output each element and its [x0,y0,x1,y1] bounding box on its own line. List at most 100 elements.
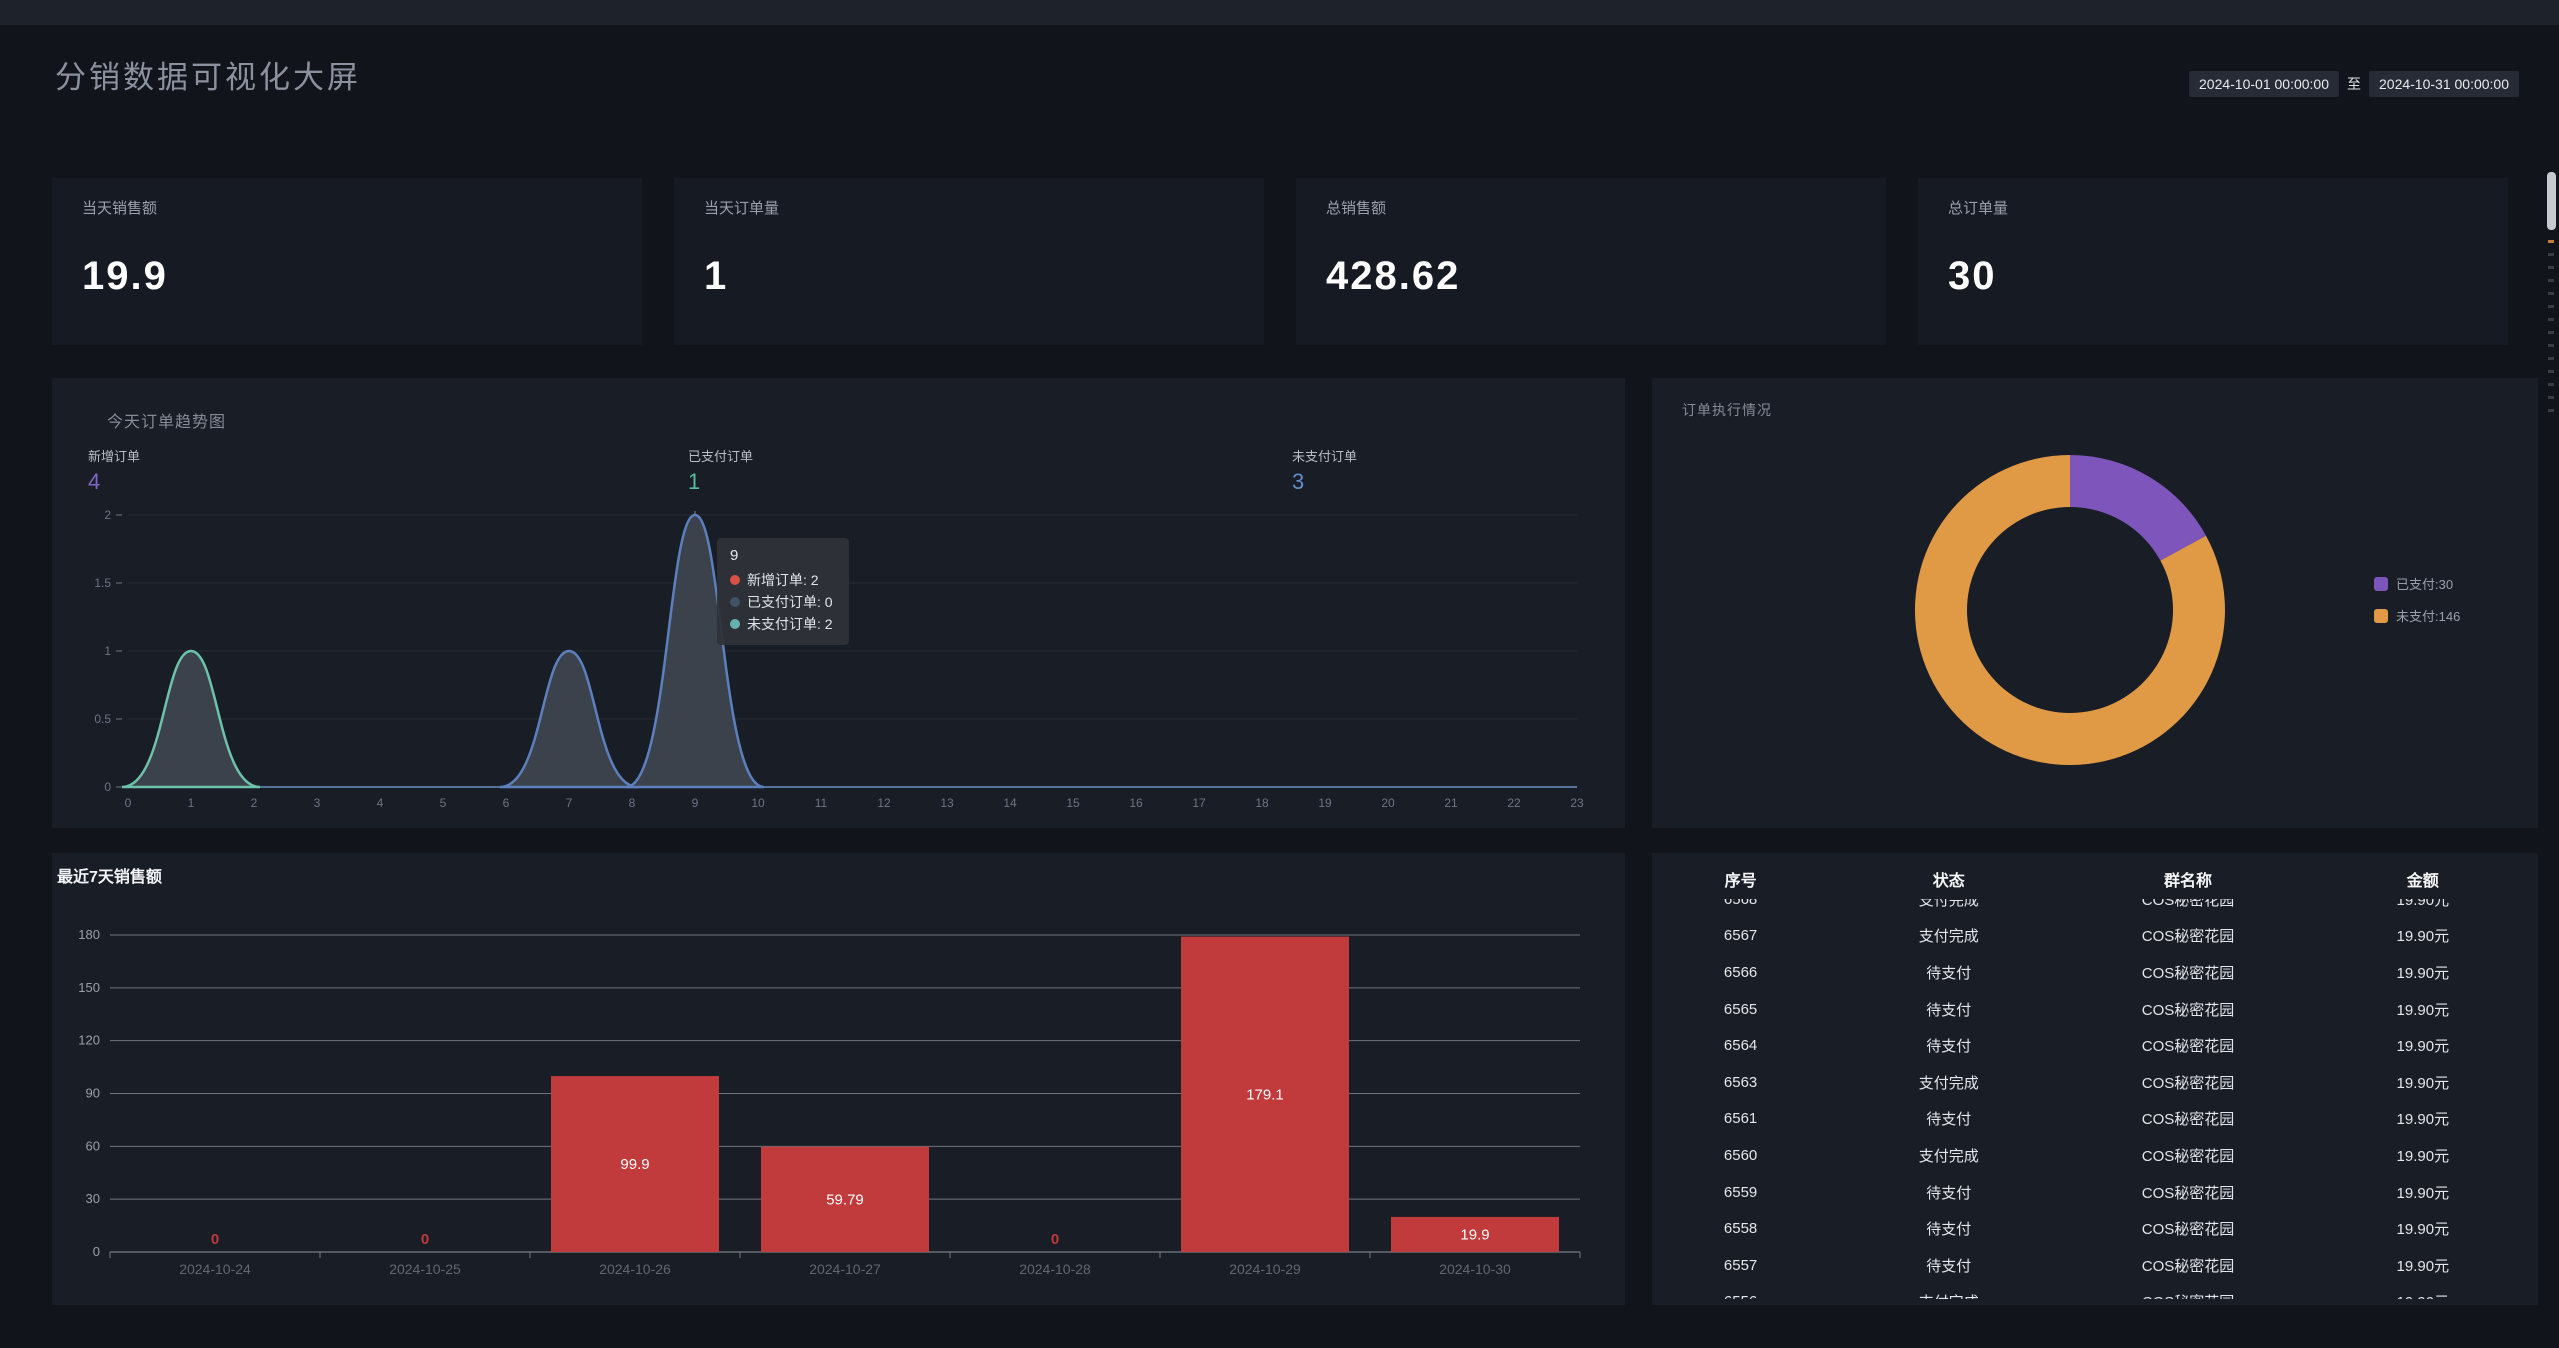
table-cell: COS秘密花园 [2068,1108,2307,1129]
orders-table-header-cell: 状态 [1829,867,2068,891]
scrollbar-marker-orange [2548,240,2554,243]
table-row: 6561待支付COS秘密花园19.90元 [1652,1101,2538,1138]
svg-text:3: 3 [314,796,321,810]
today-order-trend-panel: 今天订单趋势图 新增订单4已支付订单1未支付订单3 00.511.5201234… [52,378,1625,828]
stat-label: 总订单量 [1948,197,2008,218]
tooltip-row-label: 未支付订单: 2 [747,613,833,635]
legend-item-已支付[interactable]: 已支付:30 [2374,574,2460,593]
series-dot-icon [730,597,740,607]
stat-card-today-sales: 当天销售额 19.9 [52,178,642,345]
table-cell: COS秘密花园 [2068,1035,2307,1056]
stat-value: 19.9 [82,254,168,299]
svg-text:15: 15 [1066,796,1080,810]
svg-text:0: 0 [104,780,111,794]
legend-label: 未支付:146 [2396,606,2460,625]
svg-text:10: 10 [751,796,765,810]
table-cell: 6556 [1652,1293,1829,1299]
table-cell: 待支付 [1829,1182,2068,1203]
table-cell: 19.90元 [2308,925,2538,946]
date-start-input[interactable]: 2024-10-01 00:00:00 [2189,71,2339,97]
svg-text:0: 0 [125,796,132,810]
svg-text:16: 16 [1129,796,1143,810]
chart-tooltip: 9 新增订单: 2已支付订单: 0未支付订单: 2 [717,538,849,645]
table-row: 6558待支付COS秘密花园19.90元 [1652,1210,2538,1247]
date-end-input[interactable]: 2024-10-31 00:00:00 [2369,71,2519,97]
tooltip-row-label: 已支付订单: 0 [747,591,833,613]
table-row: 6557待支付COS秘密花园19.90元 [1652,1247,2538,1284]
scrollbar-marker [2548,331,2554,334]
orders-table-header-cell: 序号 [1652,867,1829,891]
svg-text:19: 19 [1318,796,1332,810]
stat-card-today-orders: 当天订单量 1 [674,178,1264,345]
svg-text:179.1: 179.1 [1246,1086,1284,1103]
svg-text:1.5: 1.5 [94,576,111,590]
legend-swatch-icon [2374,609,2388,623]
table-cell: 待支付 [1829,1255,2068,1276]
svg-text:21: 21 [1444,796,1458,810]
stat-value: 1 [704,254,728,299]
scrollbar-marker [2548,318,2554,321]
table-cell: 6566 [1652,964,1829,981]
svg-text:0: 0 [211,1231,219,1248]
scrollbar-marker [2548,266,2554,269]
table-cell: 6558 [1652,1220,1829,1237]
table-cell: 6557 [1652,1257,1829,1274]
svg-text:14: 14 [1003,796,1017,810]
table-cell: 支付完成 [1829,899,2068,910]
table-cell: COS秘密花园 [2068,899,2307,910]
svg-text:11: 11 [815,796,828,810]
svg-text:0: 0 [93,1244,100,1259]
svg-text:180: 180 [78,927,100,942]
svg-text:2024-10-30: 2024-10-30 [1439,1261,1511,1277]
table-row: 6559待支付COS秘密花园19.90元 [1652,1174,2538,1211]
table-cell: 支付完成 [1829,1072,2068,1093]
svg-text:1: 1 [104,644,111,658]
tooltip-row: 未支付订单: 2 [730,613,836,635]
table-row: 6567支付完成COS秘密花园19.90元 [1652,918,2538,955]
table-cell: COS秘密花园 [2068,1145,2307,1166]
page-scrollbar[interactable] [2544,25,2559,1348]
orders-table: 序号状态群名称金额 6568支付完成COS秘密花园19.90元6567支付完成C… [1652,853,2538,1305]
table-cell: 6561 [1652,1110,1829,1127]
sales-bar-chart[interactable]: 03060901201501802024-10-2402024-10-25020… [52,853,1625,1305]
stat-label: 当天销售额 [82,197,157,218]
scrollbar-marker [2548,396,2554,399]
table-cell: 6568 [1652,899,1829,908]
svg-text:2024-10-28: 2024-10-28 [1019,1261,1091,1277]
scrollbar-marker [2548,279,2554,282]
top-bar [0,0,2559,25]
svg-text:2024-10-27: 2024-10-27 [809,1261,881,1277]
table-cell: COS秘密花园 [2068,925,2307,946]
table-cell: 支付完成 [1829,1291,2068,1299]
tooltip-row: 已支付订单: 0 [730,591,836,613]
table-cell: 待支付 [1829,1108,2068,1129]
tooltip-row-label: 新增订单: 2 [747,569,819,591]
svg-text:17: 17 [1192,796,1206,810]
svg-text:2024-10-24: 2024-10-24 [179,1261,251,1277]
table-cell: 19.90元 [2308,899,2538,910]
scrollbar-marker [2548,292,2554,295]
donut-legend: 已支付:30 未支付:146 [2374,574,2460,625]
svg-text:30: 30 [86,1191,100,1206]
svg-text:0: 0 [421,1231,429,1248]
series-dot-icon [730,575,740,585]
scrollbar-marker [2548,253,2554,256]
table-cell: COS秘密花园 [2068,1255,2307,1276]
table-cell: 待支付 [1829,962,2068,983]
table-cell: COS秘密花园 [2068,962,2307,983]
legend-swatch-icon [2374,577,2388,591]
scrollbar-marker [2548,409,2554,412]
legend-item-未支付[interactable]: 未支付:146 [2374,606,2460,625]
scrollbar-marker [2548,383,2554,386]
table-cell: 19.90元 [2308,1035,2538,1056]
tooltip-title: 9 [730,547,836,564]
table-cell: 19.90元 [2308,1182,2538,1203]
table-cell: COS秘密花园 [2068,1072,2307,1093]
svg-text:12: 12 [877,796,891,810]
svg-text:22: 22 [1507,796,1521,810]
table-cell: 19.90元 [2308,1291,2538,1299]
scrollbar-thumb[interactable] [2547,172,2556,230]
table-cell: 6559 [1652,1184,1829,1201]
stat-value: 428.62 [1326,254,1460,299]
table-cell: 待支付 [1829,1218,2068,1239]
